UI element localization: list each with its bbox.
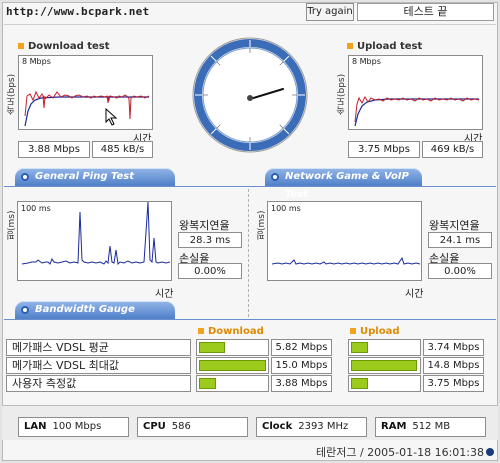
ping-left-latency: 28.3 ms	[178, 232, 242, 248]
upload-bar-fill	[351, 378, 368, 389]
upload-bar-track	[348, 357, 421, 374]
ping-center-divider	[248, 189, 249, 317]
upload-bar-track	[348, 375, 421, 392]
download-title-text: Download test	[28, 41, 110, 52]
upload-y-axis-label: 속도(bps)	[337, 73, 347, 115]
speed-gauge	[191, 36, 309, 154]
download-bar-fill	[199, 378, 216, 389]
ping-left-loss: 0.00%	[178, 263, 242, 279]
tab-general-ping[interactable]: General Ping Test	[15, 168, 175, 186]
ping-right-graph-svg	[271, 256, 421, 265]
ping-right-loss: 0.00%	[428, 263, 492, 279]
download-bar-track	[196, 339, 269, 356]
clock-label: Clock	[262, 421, 293, 432]
clock-info: Clock 2393 MHz	[256, 417, 367, 437]
ping-left-graph: 100 ms	[17, 201, 172, 281]
bullet-icon	[18, 43, 24, 49]
download-title: Download test	[18, 41, 110, 52]
bandwidth-download-label: Download	[208, 326, 264, 337]
globe-icon	[21, 306, 29, 314]
tab-network-game[interactable]: Network Game & VoIP Test	[265, 168, 422, 200]
top-divider	[4, 24, 496, 25]
download-bar-track	[196, 375, 269, 392]
download-graph: 8 Mbps	[18, 55, 153, 130]
ram-info: RAM 512 MB	[375, 417, 486, 437]
upload-bar-value: 3.75 Mbps	[423, 375, 484, 392]
ping-left-latency-label: 왕복지연율	[179, 219, 230, 232]
ram-value: 512 MB	[412, 421, 451, 432]
download-bar-fill	[199, 360, 266, 371]
gauge-svg	[192, 37, 308, 153]
ping-right-x-axis-label: 시간	[405, 289, 424, 300]
upload-graph: 8 Mbps	[348, 55, 483, 130]
cpu-label: CPU	[143, 421, 166, 432]
download-y-axis-label: 속도(bps)	[7, 73, 17, 115]
tab-general-ping-label: General Ping Test	[35, 171, 135, 182]
lan-label: LAN	[24, 421, 47, 432]
globe-icon	[271, 173, 279, 181]
download-bar-value: 3.88 Mbps	[271, 375, 332, 392]
lan-value: 100 Mbps	[52, 421, 102, 432]
bullet-icon	[198, 328, 204, 334]
bandwidth-row-label: 메가패스 VDSL 최대값	[6, 357, 191, 374]
clock-value: 2393 MHz	[298, 421, 349, 432]
try-again-button[interactable]: Try again	[306, 3, 354, 21]
cpu-value: 586	[171, 421, 191, 432]
cpu-info: CPU 586	[137, 417, 248, 437]
ping-left-x-axis-label: 시간	[155, 289, 174, 300]
bandwidth-upload-heading: Upload	[350, 326, 399, 337]
upload-bar-value: 14.8 Mbps	[423, 357, 484, 374]
upload-bar-fill	[351, 360, 417, 371]
ping-left-graph-svg	[21, 202, 171, 266]
lan-info: LAN 100 Mbps	[18, 417, 129, 437]
bandwidth-row-label: 사용자 측정값	[6, 375, 191, 392]
ping-right-latency-label: 왕복지연율	[429, 219, 480, 232]
download-bar-value: 15.0 Mbps	[271, 357, 332, 374]
footer-text: 테란저그 / 2005-01-18 16:01:38	[316, 446, 485, 459]
tab-bandwidth-gauge-label: Bandwidth Gauge	[35, 304, 135, 315]
ram-label: RAM	[381, 421, 407, 432]
download-bar-fill	[199, 342, 225, 353]
upload-rate: 469 kB/s	[422, 141, 483, 158]
mouse-cursor-icon	[105, 108, 118, 126]
download-graph-svg	[24, 90, 150, 127]
bullet-icon	[347, 43, 353, 49]
test-status: 테스트 끝	[357, 3, 494, 21]
download-speed: 3.88 Mbps	[18, 141, 90, 158]
bandwidth-download-heading: Download	[198, 326, 264, 337]
ping-right-graph: 100 ms	[267, 201, 422, 281]
bandwidth-divider	[4, 319, 496, 320]
download-bar-value: 5.82 Mbps	[271, 339, 332, 356]
bullet-icon	[350, 328, 356, 334]
globe-icon	[21, 173, 29, 181]
download-rate: 485 kB/s	[92, 141, 153, 158]
upload-title: Upload test	[347, 41, 422, 52]
status-dot-icon	[486, 448, 494, 456]
upload-bar-track	[348, 339, 421, 356]
bandwidth-row-label: 메가패스 VDSL 평균	[6, 339, 191, 356]
upload-title-text: Upload test	[357, 41, 423, 52]
upload-bar-value: 3.74 Mbps	[423, 339, 484, 356]
site-url: http://www.bcpark.net	[6, 5, 150, 18]
bandwidth-upload-label: Upload	[360, 326, 400, 337]
tab-bandwidth-gauge[interactable]: Bandwidth Gauge	[15, 301, 175, 319]
ping-right-latency: 24.1 ms	[428, 232, 492, 248]
upload-bar-fill	[351, 342, 368, 353]
download-bar-track	[196, 357, 269, 374]
ping-divider	[4, 186, 496, 187]
upload-graph-svg	[354, 95, 480, 127]
upload-speed: 3.75 Mbps	[348, 141, 420, 158]
